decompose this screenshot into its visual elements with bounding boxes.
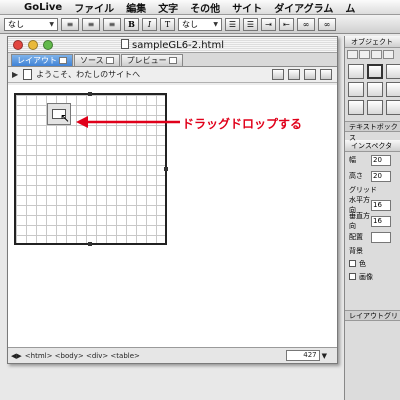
inspector-title[interactable]: インスペクタ: [345, 140, 400, 152]
formatting-toolbar: なし ▼ ≡ ≡ ≡ B I T なし ▼ ☰ ☰ ⇥ ⇤ ∞ ∞: [0, 15, 400, 34]
palette-tab-basic[interactable]: [347, 50, 358, 59]
width-field[interactable]: 20: [371, 154, 391, 166]
align-right-button[interactable]: ≡: [103, 17, 121, 31]
spacer-object-icon[interactable]: [386, 100, 400, 115]
page-properties-icon[interactable]: [288, 69, 300, 80]
html-file-icon: [121, 38, 130, 49]
bold-button[interactable]: B: [124, 17, 139, 31]
vertical-field[interactable]: 16: [371, 215, 391, 227]
width-label: 幅: [349, 156, 356, 164]
expand-triangle-icon[interactable]: ▶: [12, 70, 18, 79]
floating-box-object-icon[interactable]: [386, 64, 400, 79]
font-select[interactable]: なし ▼: [178, 17, 222, 31]
objects-inspector-palette: オブジェクト テキストボックス インスペクタ 幅 20 高さ 20 グリッド 水平方…: [344, 36, 400, 400]
palette-tab-forms[interactable]: [371, 50, 382, 59]
list-bullet-button[interactable]: ☰: [225, 17, 240, 31]
layout-grid-section-label: レイアウトグリ: [345, 310, 400, 321]
tab-layout-label: レイアウト: [17, 56, 57, 65]
background-section-label: 背景: [349, 247, 363, 255]
link-button[interactable]: ∞: [297, 17, 315, 31]
view-tabs: レイアウト ソース プレビュー: [8, 53, 337, 67]
italic-button[interactable]: I: [142, 17, 157, 31]
layout-icon: [59, 57, 67, 64]
dhtml-timeline-icon[interactable]: [320, 69, 332, 80]
image-object-icon[interactable]: [348, 82, 364, 97]
paragraph-format-select[interactable]: なし ▼: [4, 17, 58, 31]
menu-special[interactable]: その他: [184, 0, 226, 15]
align-left-button[interactable]: ≡: [61, 17, 79, 31]
palette-tab-smart[interactable]: [359, 50, 370, 59]
menu-diagram[interactable]: ダイアグラム: [268, 0, 339, 15]
color-label: 色: [359, 260, 366, 268]
palette-tab-head[interactable]: [383, 50, 394, 59]
window-titlebar[interactable]: sampleGL6-2.html: [8, 37, 337, 53]
page-title-bar: ▶ ようこそ、わたしのサイトへ: [8, 67, 337, 83]
menu-type[interactable]: 文字: [152, 0, 184, 15]
menu-site[interactable]: サイト: [226, 0, 268, 15]
tab-preview[interactable]: プレビュー: [120, 54, 183, 66]
image-label: 画像: [359, 273, 373, 281]
javascript-icon[interactable]: [272, 69, 284, 80]
align-center-button[interactable]: ≡: [82, 17, 100, 31]
image-checkbox[interactable]: [349, 273, 356, 280]
chevron-down-icon: ▼: [213, 20, 218, 28]
align-label: 配置: [349, 233, 363, 241]
textbox-section-label: テキストボックス: [345, 121, 400, 142]
align-select[interactable]: [371, 231, 391, 243]
font-value: なし: [182, 19, 198, 29]
document-window: sampleGL6-2.html レイアウト ソース プレビュー ▶ ようこそ、…: [7, 36, 338, 364]
objects-palette-title[interactable]: オブジェクト: [345, 36, 400, 48]
markup-tree-path[interactable]: <html> <body> <div> <table>: [25, 352, 286, 360]
status-bar: ◀▶ <html> <body> <div> <table> 427 ▼: [8, 347, 337, 363]
preview-icon: [168, 57, 177, 64]
mouse-pointer-icon: ↖: [60, 111, 71, 125]
menu-bar: GoLive ファイル 編集 文字 その他 サイト ダイアグラム ム: [0, 0, 400, 15]
window-title: sampleGL6-2.html: [8, 38, 337, 51]
unlink-button[interactable]: ∞: [318, 17, 336, 31]
menu-file[interactable]: ファイル: [68, 0, 120, 15]
tab-source-label: ソース: [80, 56, 104, 65]
app-menu[interactable]: GoLive: [18, 2, 68, 13]
paragraph-format-value: なし: [8, 19, 24, 29]
menu-more[interactable]: ム: [339, 0, 361, 15]
tab-preview-label: プレビュー: [126, 56, 167, 65]
tab-source[interactable]: ソース: [74, 54, 120, 66]
drag-drop-annotation: ドラッグドロップする: [182, 117, 303, 131]
outdent-button[interactable]: ⇤: [279, 17, 294, 31]
java-applet-object-icon[interactable]: [386, 82, 400, 97]
indent-button[interactable]: ⇥: [261, 17, 276, 31]
page-icon: [23, 69, 33, 80]
teletype-button[interactable]: T: [160, 17, 175, 31]
window-filename: sampleGL6-2.html: [132, 39, 224, 51]
color-checkbox[interactable]: [349, 260, 356, 267]
horizontal-field[interactable]: 16: [371, 199, 391, 211]
height-field[interactable]: 20: [371, 170, 391, 182]
plugin-object-icon[interactable]: [367, 82, 383, 97]
page-title[interactable]: ようこそ、わたしのサイトへ: [36, 69, 272, 80]
grid-resize-handle[interactable]: [88, 242, 92, 246]
markup-tree-arrows-icon[interactable]: ◀▶: [11, 352, 22, 360]
height-label: 高さ: [349, 172, 363, 180]
annotation-arrow-icon: [76, 116, 180, 128]
css-editor-icon[interactable]: [304, 69, 316, 80]
grid-resize-handle[interactable]: [88, 92, 92, 96]
source-icon: [105, 57, 114, 64]
window-width-field[interactable]: 427: [285, 350, 320, 361]
chevron-down-icon[interactable]: ▼: [322, 352, 327, 360]
table-object-icon[interactable]: [348, 100, 364, 115]
list-number-button[interactable]: ☰: [243, 17, 258, 31]
vertical-label: 垂直方向: [349, 212, 370, 230]
menu-edit[interactable]: 編集: [120, 0, 152, 15]
layout-textbox-object-icon[interactable]: [367, 64, 383, 79]
object-icons-grid: [345, 60, 400, 119]
tab-layout[interactable]: レイアウト: [11, 54, 73, 66]
grid-resize-handle[interactable]: [164, 167, 168, 171]
layout-grid-object-icon[interactable]: [348, 64, 364, 79]
javascript-object-icon[interactable]: [367, 100, 383, 115]
chevron-down-icon: ▼: [49, 20, 54, 28]
